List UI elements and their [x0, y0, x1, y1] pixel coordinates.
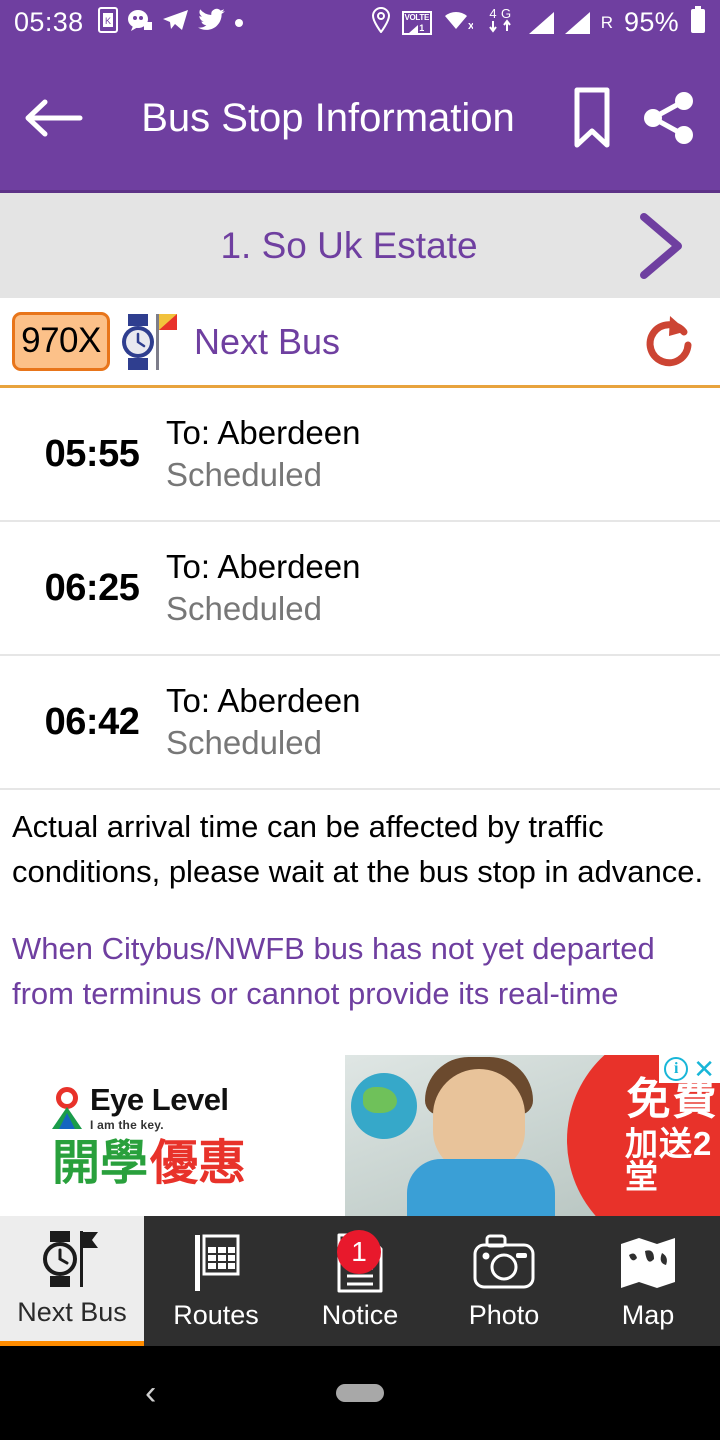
status-badge: Scheduled [166, 456, 322, 493]
bookmark-icon[interactable] [572, 87, 612, 149]
document-icon: 1 [331, 1229, 389, 1294]
arrival-time: 05:55 [44, 432, 140, 475]
page-title: Bus Stop Information [141, 95, 515, 140]
system-back-icon[interactable]: ‹ [145, 1374, 156, 1413]
status-bar-system-icons: VOLTE 1 x 4 G R 95% [371, 6, 706, 39]
arrival-time: 06:42 [44, 700, 140, 743]
stop-selector-bar[interactable]: 1. So Uk Estate [0, 193, 720, 298]
system-home-pill[interactable] [336, 1384, 384, 1402]
volte-label: VOLTE [404, 12, 430, 22]
tab-label: Map [621, 1299, 675, 1330]
tab-label: Notice [321, 1299, 399, 1330]
battery-icon [690, 6, 706, 39]
ad-brand-text-block: Eye Level I am the key. [90, 1084, 229, 1132]
svg-text:G: G [501, 6, 511, 21]
dot-icon [234, 18, 243, 27]
volte-sim-number: 1 [419, 22, 425, 33]
tab-notice[interactable]: 1 Notice [288, 1216, 432, 1346]
volte-sim-row: 1 [409, 22, 424, 33]
signal-icon: 4 G [484, 6, 518, 39]
app-bar: Bus Stop Information [0, 45, 720, 193]
eye-level-keyhole-logo-icon [52, 1086, 82, 1129]
ad-info-icon[interactable]: i [664, 1057, 689, 1081]
ad-brand-panel: Eye Level I am the key. 開學 優惠 [0, 1055, 345, 1216]
svg-text:K: K [105, 16, 111, 26]
status-badge: Scheduled [166, 590, 322, 627]
camera-icon [471, 1232, 537, 1294]
svg-text:4: 4 [489, 6, 496, 21]
roaming-indicator: R [600, 12, 614, 32]
stop-name-label: 1. So Uk Estate [220, 224, 478, 266]
svg-text:x: x [468, 20, 473, 32]
telegram-icon [162, 8, 189, 37]
back-arrow-icon[interactable] [22, 95, 84, 141]
refresh-icon[interactable] [640, 312, 698, 372]
signal-bar-2-icon [564, 11, 590, 34]
table-row[interactable]: 05:55 To: Aberdeen Scheduled [0, 388, 720, 522]
location-pin-icon [371, 6, 391, 38]
advertisement-banner[interactable]: Eye Level I am the key. 開學 優惠 免費 加送2堂 i … [0, 1055, 720, 1216]
next-bus-label: Next Bus [194, 320, 341, 362]
route-header-bar: 970X Next Bus [0, 298, 720, 388]
arrival-details: To: Aberdeen Scheduled [166, 682, 361, 762]
notice-count-badge: 1 [337, 1229, 381, 1274]
battery-percent-label: 95% [624, 7, 679, 37]
ad-logo-row: Eye Level I am the key. [52, 1084, 345, 1132]
ad-globe-prop [351, 1073, 417, 1139]
status-bar-clock: 05:38 [14, 7, 84, 37]
viber-icon [127, 8, 153, 37]
ad-promo-line2: 加送2堂 [625, 1125, 713, 1195]
status-bar-notification-icons: K [97, 7, 243, 38]
status-bar: 05:38 K VOLTE 1 x 4 G R 95% [0, 0, 720, 45]
tab-map[interactable]: Map [576, 1216, 720, 1346]
tab-label: Photo [468, 1299, 540, 1330]
twitter-icon [197, 8, 226, 37]
signal-bar-1-icon [528, 11, 554, 34]
tab-next-bus[interactable]: Next Bus [0, 1216, 144, 1346]
arrival-list: 05:55 To: Aberdeen Scheduled 06:25 To: A… [0, 388, 720, 790]
app-bar-actions [572, 87, 698, 149]
tab-label: Next Bus [17, 1297, 127, 1327]
watch-flag-icon [40, 1229, 104, 1291]
watch-flag-icon [120, 310, 182, 374]
route-number-badge[interactable]: 970X [12, 312, 110, 371]
arrival-destination: To: Aberdeen [166, 682, 361, 719]
volte-icon: VOLTE 1 [401, 10, 432, 35]
notice-primary-text: Actual arrival time can be affected by t… [12, 809, 704, 889]
ad-child-shirt [407, 1159, 555, 1216]
share-icon[interactable] [640, 89, 698, 147]
timetable-icon [185, 1232, 247, 1294]
arrival-details: To: Aberdeen Scheduled [166, 414, 361, 494]
ad-child-face [433, 1069, 525, 1173]
app-screen: 05:38 K VOLTE 1 x 4 G R 95% Bus Stop Inf… [0, 0, 720, 1440]
tab-routes[interactable]: Routes [144, 1216, 288, 1346]
table-row[interactable]: 06:42 To: Aberdeen Scheduled [0, 656, 720, 790]
ad-headline: 開學 優惠 [52, 1136, 345, 1190]
ad-headline-part1: 開學 [52, 1136, 149, 1190]
bottom-navigation: Next Bus Routes 1 Notice Photo Map [0, 1216, 720, 1346]
volte-signal-triangle [409, 24, 419, 33]
arrival-time: 06:25 [44, 566, 140, 609]
arrival-destination: To: Aberdeen [166, 414, 361, 451]
status-badge: Scheduled [166, 724, 322, 761]
ad-brand-name: Eye Level [90, 1081, 229, 1117]
ad-promo-line1: 免費 [626, 1075, 719, 1124]
ad-close-icon[interactable]: ✕ [693, 1056, 715, 1082]
arrival-destination: To: Aberdeen [166, 548, 361, 585]
ad-controls: i ✕ [659, 1055, 720, 1083]
tab-photo[interactable]: Photo [432, 1216, 576, 1346]
chevron-right-icon[interactable] [628, 209, 694, 283]
ad-headline-part2: 優惠 [150, 1136, 247, 1190]
map-icon [617, 1232, 679, 1294]
tab-label: Routes [173, 1299, 259, 1330]
notice-secondary-text: When Citybus/NWFB bus has not yet depart… [12, 931, 655, 1011]
system-navigation-bar: ‹ [0, 1346, 720, 1440]
notice-section: Actual arrival time can be affected by t… [0, 790, 720, 1055]
table-row[interactable]: 06:25 To: Aberdeen Scheduled [0, 522, 720, 656]
k-app-icon: K [97, 7, 118, 38]
wifi-off-icon: x [443, 8, 475, 37]
arrival-details: To: Aberdeen Scheduled [166, 548, 361, 628]
ad-tagline: I am the key. [90, 1117, 164, 1132]
